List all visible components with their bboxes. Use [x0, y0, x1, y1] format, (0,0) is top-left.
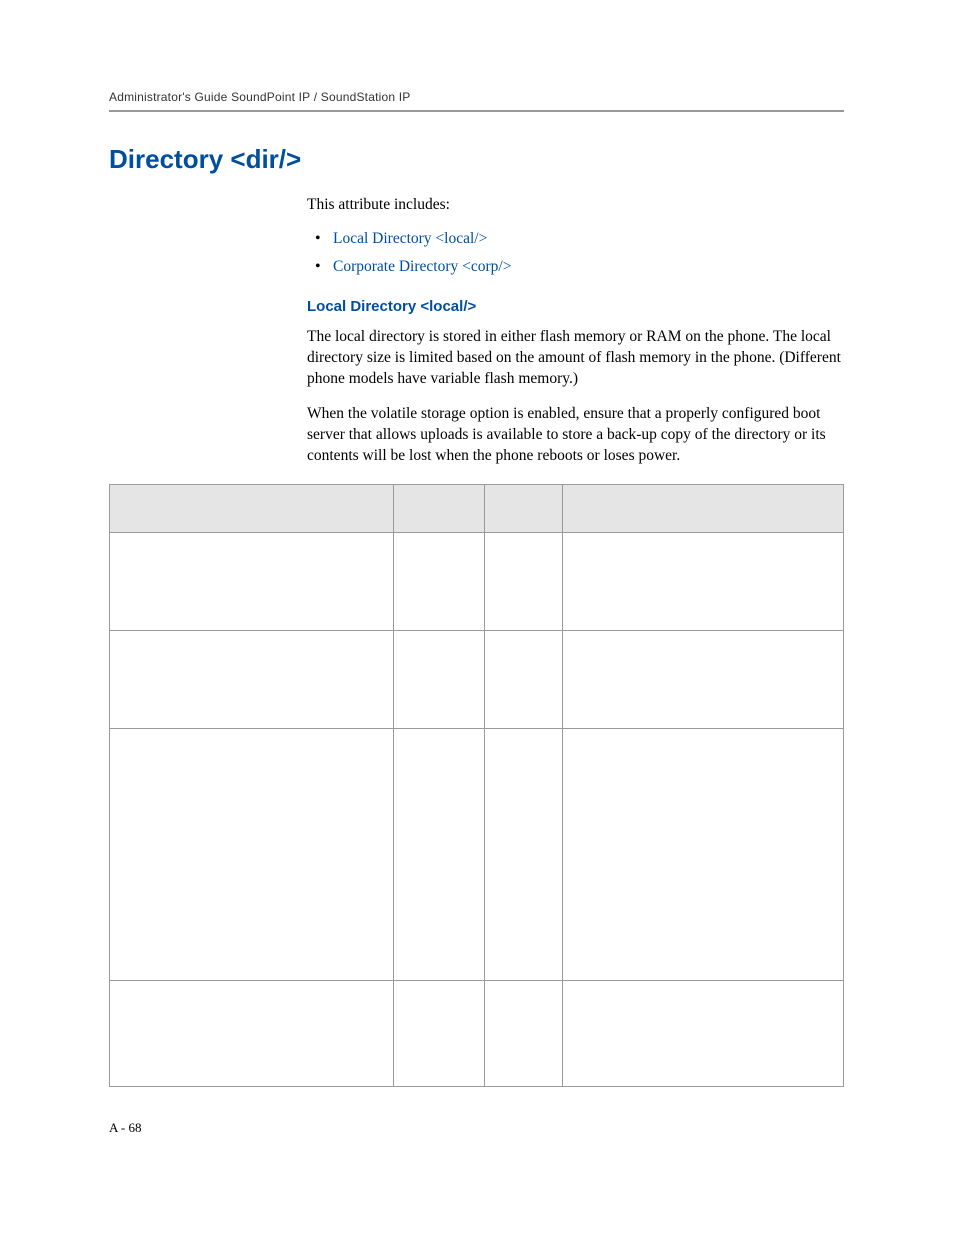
table-cell	[110, 533, 394, 631]
list-item: Corporate Directory <corp/>	[307, 258, 844, 276]
link-list: Local Directory <local/> Corporate Direc…	[307, 230, 844, 276]
table-row	[110, 533, 844, 631]
table-cell	[393, 631, 485, 729]
table-cell	[563, 981, 844, 1087]
table-cell	[563, 631, 844, 729]
table-cell	[393, 981, 485, 1087]
table-cell	[110, 631, 394, 729]
corporate-directory-link[interactable]: Corporate Directory <corp/>	[333, 258, 511, 275]
table-row	[110, 631, 844, 729]
list-item: Local Directory <local/>	[307, 230, 844, 248]
table-cell	[393, 729, 485, 981]
table-cell	[110, 981, 394, 1087]
page-number: A - 68	[109, 1120, 142, 1136]
running-header: Administrator's Guide SoundPoint IP / So…	[109, 90, 844, 104]
table-header-cell	[110, 485, 394, 533]
table-cell	[563, 729, 844, 981]
table-header-cell	[563, 485, 844, 533]
section-title: Directory <dir/>	[109, 144, 844, 175]
paragraph-2: When the volatile storage option is enab…	[307, 404, 844, 467]
header-rule	[109, 110, 844, 112]
table-cell	[393, 533, 485, 631]
table-cell	[485, 729, 563, 981]
table-header-cell	[485, 485, 563, 533]
intro-text: This attribute includes:	[307, 195, 844, 216]
table-row	[110, 729, 844, 981]
table-cell	[485, 631, 563, 729]
table-cell	[563, 533, 844, 631]
table-header-row	[110, 485, 844, 533]
local-directory-link[interactable]: Local Directory <local/>	[333, 230, 487, 247]
table-row	[110, 981, 844, 1087]
table-header-cell	[393, 485, 485, 533]
table-cell	[110, 729, 394, 981]
table-cell	[485, 533, 563, 631]
paragraph-1: The local directory is stored in either …	[307, 327, 844, 390]
subheading-local-directory: Local Directory <local/>	[307, 298, 844, 315]
config-table	[109, 484, 844, 1087]
table-cell	[485, 981, 563, 1087]
